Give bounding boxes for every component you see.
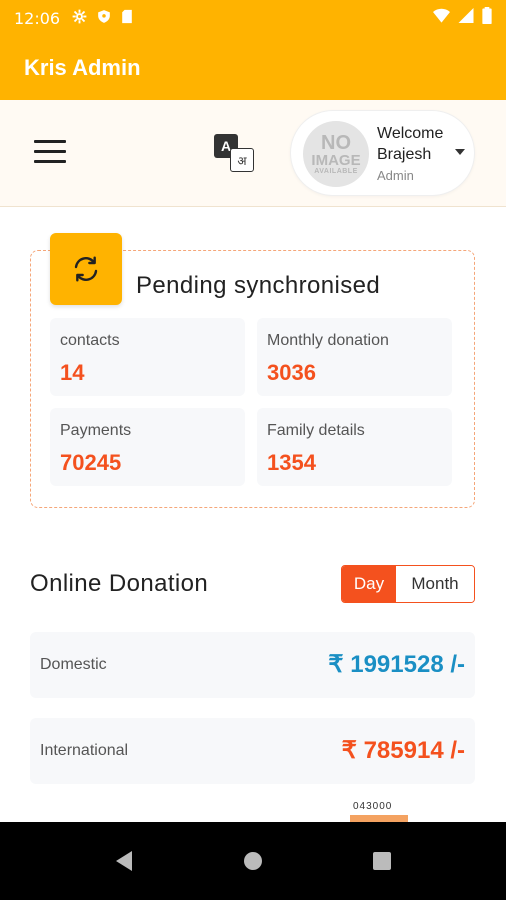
online-donation-title: Online Donation (30, 570, 209, 597)
status-time: 12:06 (14, 8, 61, 28)
partial-footer-text: 043000 (353, 801, 393, 812)
avatar: NO IMAGE AVAILABLE (303, 121, 369, 187)
donation-amount: ₹ 785914 /- (341, 737, 465, 764)
signal-icon (458, 8, 474, 28)
day-toggle-button[interactable]: Day (342, 566, 396, 602)
stat-contacts[interactable]: contacts 14 (50, 318, 245, 396)
welcome-text: Welcome (377, 125, 444, 142)
user-role: Admin (377, 168, 414, 183)
domestic-donation-card[interactable]: Domestic ₹ 1991528 /- (30, 632, 475, 698)
stat-label: Payments (60, 422, 132, 439)
recents-icon[interactable] (362, 841, 402, 881)
avatar-text-1: NO (321, 132, 351, 154)
status-bar: 12:06 (0, 0, 506, 36)
profile-dropdown[interactable]: NO IMAGE AVAILABLE Welcome Brajesh Admin (290, 110, 475, 196)
pending-title: Pending synchronised (136, 272, 381, 299)
shield-icon (97, 9, 111, 27)
navigation-bar (0, 822, 506, 900)
battery-icon (482, 7, 492, 29)
app-title: Kris Admin (24, 55, 141, 80)
main-screen: A अ NO IMAGE AVAILABLE Welcome Brajesh A… (0, 100, 506, 822)
stat-value: 1354 (267, 450, 316, 475)
app-bar: Kris Admin (0, 36, 506, 100)
stat-value: 70245 (60, 450, 122, 475)
translate-hi: अ (230, 148, 254, 172)
donation-amount: ₹ 1991528 /- (328, 651, 465, 678)
avatar-text-3: AVAILABLE (314, 168, 358, 175)
stat-family-details[interactable]: Family details 1354 (257, 408, 452, 486)
home-icon[interactable] (233, 841, 273, 881)
wifi-icon (433, 8, 450, 28)
translate-icon[interactable]: A अ (214, 134, 256, 172)
stat-label: contacts (60, 332, 120, 349)
back-icon[interactable] (104, 841, 144, 881)
stat-payments[interactable]: Payments 70245 (50, 408, 245, 486)
month-toggle-button[interactable]: Month (396, 566, 474, 602)
sync-button[interactable] (50, 233, 122, 305)
partial-footer-bar (350, 815, 408, 822)
stat-label: Family details (267, 422, 365, 439)
donation-label: Domestic (40, 656, 107, 673)
stat-label: Monthly donation (267, 332, 389, 349)
user-name: Brajesh (377, 146, 432, 163)
settings-icon (72, 9, 87, 27)
stat-monthly-donation[interactable]: Monthly donation 3036 (257, 318, 452, 396)
stat-value: 14 (60, 360, 85, 385)
sd-card-icon (121, 9, 133, 27)
sync-icon (74, 256, 98, 282)
international-donation-card[interactable]: International ₹ 785914 /- (30, 718, 475, 784)
chevron-down-icon[interactable] (455, 149, 465, 155)
menu-icon[interactable] (34, 140, 66, 166)
header: A अ NO IMAGE AVAILABLE Welcome Brajesh A… (0, 100, 506, 207)
stat-value: 3036 (267, 360, 316, 385)
avatar-text-2: IMAGE (311, 152, 361, 169)
period-toggle: Day Month (341, 565, 475, 603)
donation-label: International (40, 742, 129, 759)
